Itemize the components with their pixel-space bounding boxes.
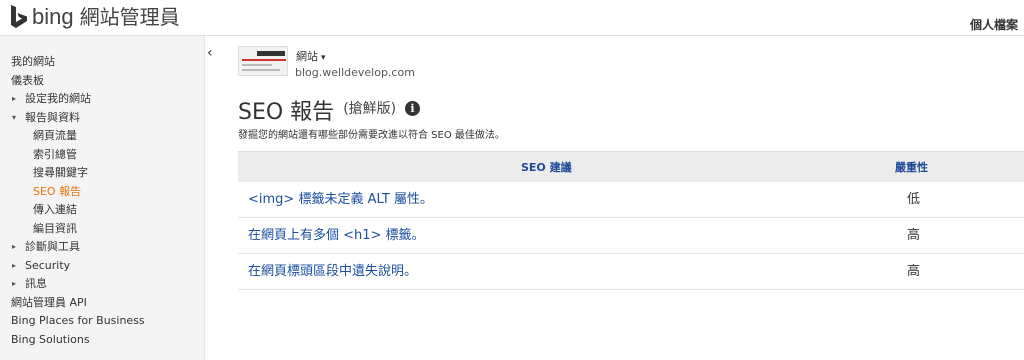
sidebar-item-messages[interactable]: ▸ 訊息 [11,275,145,294]
recommendation-link[interactable]: <img> 標籤未定義 ALT 屬性。 [248,182,433,218]
page-description: 發掘您的網站還有哪些部份需要改進以符合 SEO 最佳做法。 [238,130,505,141]
sidebar-item-bing-places[interactable]: Bing Places for Business [11,312,145,331]
sidebar-collapse-button[interactable]: ‹ [204,36,218,360]
sidebar-item-configure-site[interactable]: ▸ 設定我的網站 [11,90,145,109]
recommendation-link[interactable]: 在網頁上有多個 <h1> 標籤。 [248,218,425,254]
sidebar-item-page-traffic[interactable]: 網頁流量 [11,127,145,146]
page-title: SEO 報告 (搶鮮版) [238,100,397,125]
seo-recommendations-table: SEO 建議 嚴重性 <img> 標籤未定義 ALT 屬性。 低 在網頁上有多個… [238,151,1024,290]
table-row: 在網頁上有多個 <h1> 標籤。 高 [238,218,1024,254]
sidebar-item-security[interactable]: ▸ Security [11,257,145,276]
column-header-severity[interactable]: 嚴重性 [895,152,928,183]
site-thumbnail [238,46,288,76]
table-header: SEO 建議 嚴重性 [238,151,1024,182]
info-icon[interactable]: i [405,101,420,116]
sidebar-item-dashboard[interactable]: 儀表板 [11,72,145,91]
chevron-left-icon: ‹ [207,45,213,61]
collapse-arrow-icon: ▾ [12,112,17,122]
sidebar-item-webmaster-api[interactable]: 網站管理員 API [11,294,145,313]
table-row: 在網頁標頭區段中遺失說明。 高 [238,254,1024,290]
brand-name: bing [32,4,74,29]
expand-arrow-icon: ▸ [12,260,17,270]
sidebar-item-seo-reports[interactable]: SEO 報告 [11,183,145,202]
expand-arrow-icon: ▸ [12,94,17,103]
top-header: bing 網站管理員 個人檔案 [0,0,1024,36]
sidebar-nav: 我的網站 儀表板 ▸ 設定我的網站 ▾ 報告與資料 網頁流量 索引總管 搜尋關鍵字 … [11,53,145,349]
caret-down-icon: ▾ [321,53,326,63]
expand-arrow-icon: ▸ [12,242,17,251]
sidebar-item-inbound-links[interactable]: 傳入連結 [11,201,145,220]
sidebar-item-reports-data[interactable]: ▾ 報告與資料 [11,109,145,128]
severity-value: 高 [907,228,921,243]
severity-value: 高 [907,264,921,279]
sidebar-item-search-keywords[interactable]: 搜尋關鍵字 [11,164,145,183]
bing-logo-icon [11,5,27,28]
bing-webmaster-logo[interactable]: bing 網站管理員 [10,5,180,29]
sidebar-item-my-sites[interactable]: 我的網站 [11,53,145,72]
sidebar-item-crawl-info[interactable]: 編目資訊 [11,220,145,239]
preview-tag: (搶鮮版) [343,101,397,117]
column-header-recommendation[interactable]: SEO 建議 [521,152,572,183]
product-name: 網站管理員 [79,5,180,29]
recommendation-link[interactable]: 在網頁標頭區段中遺失說明。 [248,254,417,290]
expand-arrow-icon: ▸ [12,279,17,288]
table-row: <img> 標籤未定義 ALT 屬性。 低 [238,182,1024,218]
site-url: blog.welldevelop.com [295,66,415,79]
sidebar-item-index-explorer[interactable]: 索引總管 [11,146,145,165]
sidebar-item-diagnostics-tools[interactable]: ▸ 診斷與工具 [11,238,145,257]
profile-link[interactable]: 個人檔案 [970,16,1018,33]
site-selector-dropdown[interactable]: 網站 ▾ [296,48,326,64]
sidebar-item-bing-solutions[interactable]: Bing Solutions [11,331,145,350]
severity-value: 低 [907,192,921,207]
